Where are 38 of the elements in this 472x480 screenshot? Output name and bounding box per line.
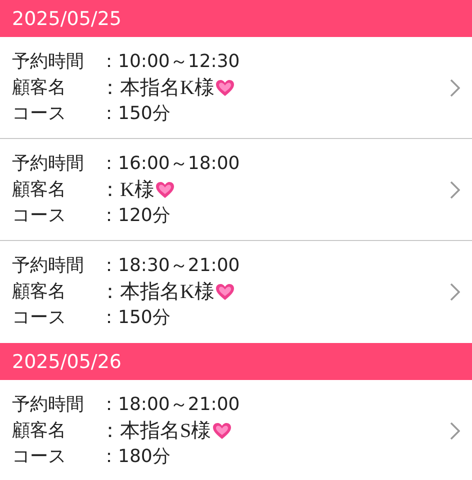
time-value: ：18:30～21:00 [100,254,240,278]
date-header: 2025/05/25 [0,0,472,37]
field-label: 予約時間 [12,254,85,278]
heart-icon [155,180,176,198]
time-value: ：18:00～21:00 [100,393,240,417]
chevron-right-icon [450,422,460,440]
field-label: 予約時間 [12,152,85,176]
field-label: 顧客名 [12,76,67,100]
heart-icon [215,78,236,96]
field-label: 予約時間 [12,50,85,74]
course-value: ：150分 [100,102,170,126]
field-label: 予約時間 [12,393,85,417]
chevron-right-icon [450,283,460,301]
chevron-right-icon [450,78,460,96]
course-value: ：180分 [100,445,170,469]
course-value: ：150分 [100,306,170,330]
chevron-right-icon [450,180,460,198]
customer-value: ：本指名S様 [100,419,212,443]
field-label: 顧客名 [12,280,67,304]
reservation-row[interactable]: 予約時間 ：18:30～21:00 顧客名 ：本指名K様 コース ：150分 [0,241,472,343]
heart-icon [215,283,236,301]
reservation-row[interactable]: 予約時間 ：16:00～18:00 顧客名 ：K様 コース ：120分 [0,139,472,241]
field-label: コース [12,204,67,228]
reservation-row[interactable]: 予約時間 ：18:00～21:00 顧客名 ：本指名S様 コース ：180分 [0,380,472,480]
customer-value: ：本指名K様 [100,76,214,100]
time-value: ：16:00～18:00 [100,152,240,176]
field-label: 顧客名 [12,419,67,443]
field-label: コース [12,306,67,330]
field-label: 顧客名 [12,178,67,202]
field-label: コース [12,445,67,469]
customer-value: ：本指名K様 [100,280,214,304]
field-label: コース [12,102,67,126]
heart-icon [212,422,232,440]
time-value: ：10:00～12:30 [100,50,240,74]
customer-value: ：K様 [100,178,154,202]
reservation-row[interactable]: 予約時間 ：10:00～12:30 顧客名 ：本指名K様 コース ：150分 [0,37,472,139]
course-value: ：120分 [100,204,170,228]
date-header: 2025/05/26 [0,343,472,380]
